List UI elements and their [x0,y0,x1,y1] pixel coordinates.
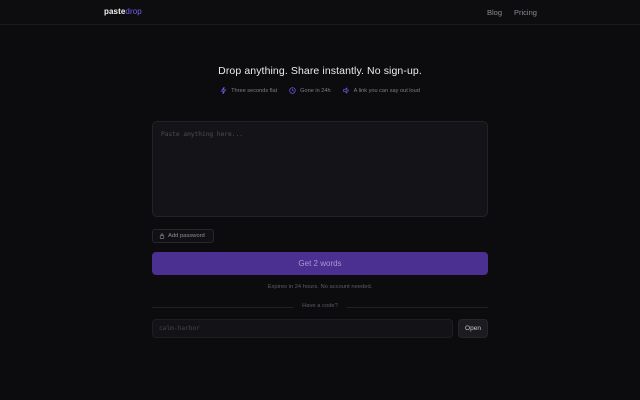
feature-item-link: A link you can say out loud [342,87,420,94]
code-input[interactable] [152,319,453,338]
lightning-icon [220,87,227,94]
divider-label: Have a code? [302,303,338,309]
feature-label: Gone in 24h [300,87,331,94]
feature-label: Three seconds flat [231,87,278,94]
open-button[interactable]: Open [458,319,488,338]
page-headline: Drop anything. Share instantly. No sign-… [218,65,422,77]
divider-line-right [346,307,488,308]
feature-list: Three seconds flat Gone in 24h A link yo… [0,87,640,94]
logo[interactable]: pastedrop [104,7,142,16]
nav-link-pricing[interactable]: Pricing [514,8,537,17]
logo-paste: paste [104,7,126,16]
get-words-button[interactable]: Get 2 words [152,252,488,275]
add-password-button[interactable]: Add password [152,229,214,243]
code-divider: Have a code? [152,303,488,311]
lock-icon [159,233,165,239]
logo-drop: drop [125,7,142,16]
clock-icon [289,87,296,94]
speaker-icon [342,87,349,94]
feature-label: A link you can say out loud [353,87,420,94]
nav-link-blog[interactable]: Blog [487,8,502,17]
paste-placeholder: Paste anything here... [161,131,243,138]
feature-item-speed: Three seconds flat [220,87,277,94]
top-navigation-bar: pastedrop Blog Pricing [0,0,640,25]
feature-item-expiry: Gone in 24h [289,87,331,94]
add-password-label: Add password [168,233,205,239]
expiry-note: Expires in 24 hours. No account needed. [267,284,373,290]
paste-textarea[interactable]: Paste anything here... [152,121,488,217]
